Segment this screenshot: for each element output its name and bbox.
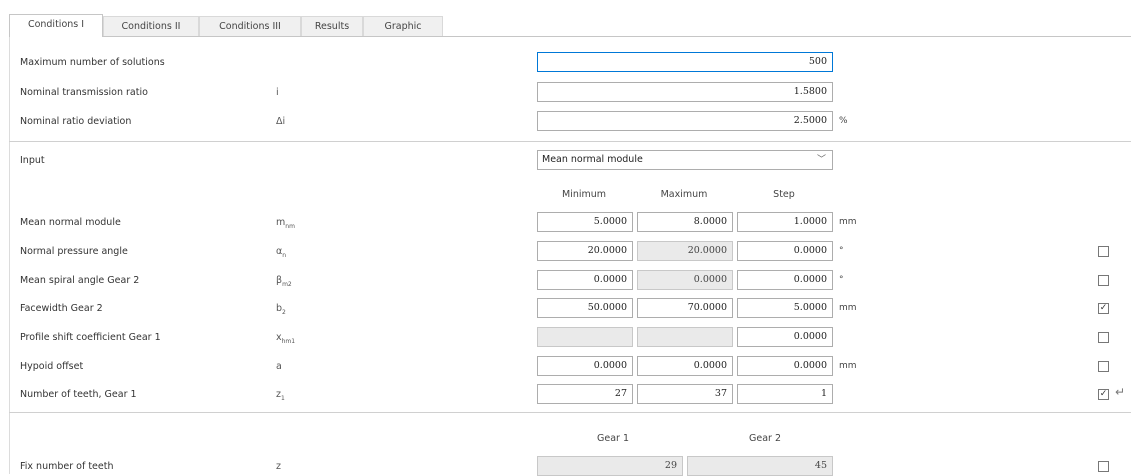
row-4-symbol-sub: 2 (282, 308, 286, 316)
fix-teeth-symbol: z (276, 461, 281, 472)
ratio-deviation-label: Nominal ratio deviation (20, 116, 132, 127)
row-6-label: Hypoid offset (20, 361, 84, 372)
row-2-min-input[interactable]: 20.0000 (537, 241, 633, 261)
row-5-step-input[interactable]: 0.0000 (737, 327, 833, 347)
row-6-symbol-main: a (276, 361, 282, 372)
row-1-symbol-sub: nm (285, 222, 295, 230)
row-4-checkbox[interactable]: ✓ (1098, 303, 1109, 314)
row-4-step-input[interactable]: 5.0000 (737, 298, 833, 318)
enter-icon: ↵ (1115, 385, 1126, 399)
row-2-symbol: αn (276, 246, 286, 259)
row-2-checkbox[interactable] (1098, 246, 1109, 257)
row-5-checkbox[interactable] (1098, 332, 1109, 343)
tab-bar: Conditions I Conditions II Conditions II… (9, 14, 1131, 37)
section-divider-2 (9, 412, 1131, 413)
row-2-symbol-sub: n (282, 251, 287, 259)
minimum-header: Minimum (561, 189, 607, 200)
row-3-step-input[interactable]: 0.0000 (737, 270, 833, 290)
row-1-unit: mm (839, 217, 857, 227)
gear-2-header: Gear 2 (749, 433, 781, 444)
tab-conditions-3[interactable]: Conditions III (199, 16, 301, 36)
row-7-checkbox[interactable]: ✓ (1098, 389, 1109, 400)
row-3-min-input[interactable]: 0.0000 (537, 270, 633, 290)
row-4-symbol: b2 (276, 303, 286, 316)
row-2-unit: ° (839, 246, 844, 256)
row-3-symbol-sub: m2 (282, 280, 292, 288)
row-1-min-input[interactable]: 5.0000 (537, 212, 633, 232)
fix-teeth-checkbox[interactable] (1098, 461, 1109, 472)
row-7-min-input[interactable]: 27 (537, 384, 633, 404)
max-solutions-label: Maximum number of solutions (20, 57, 165, 68)
row-6-max-input[interactable]: 0.0000 (637, 356, 733, 376)
fix-teeth-label: Fix number of teeth (20, 461, 114, 472)
step-header: Step (773, 189, 795, 200)
fix-teeth-gear1-input[interactable]: 29 (537, 456, 683, 476)
tab-graphic[interactable]: Graphic (363, 16, 443, 36)
section-divider-1 (9, 141, 1131, 142)
row-3-symbol: βm2 (276, 275, 292, 288)
input-label: Input (20, 155, 45, 166)
tab-conditions-2[interactable]: Conditions II (103, 16, 199, 36)
row-3-max-input[interactable]: 0.0000 (637, 270, 733, 290)
row-1-symbol: mnm (276, 217, 295, 230)
row-3-checkbox[interactable] (1098, 275, 1109, 286)
input-select[interactable]: Mean normal module ﹀ (537, 150, 833, 170)
row-5-label: Profile shift coefficient Gear 1 (20, 332, 161, 343)
row-5-min-input[interactable] (537, 327, 633, 347)
gear-1-header: Gear 1 (597, 433, 629, 444)
row-1-step-input[interactable]: 1.0000 (737, 212, 833, 232)
row-4-unit: mm (839, 303, 857, 313)
row-4-max-input[interactable]: 70.0000 (637, 298, 733, 318)
row-7-symbol: z1 (276, 389, 285, 402)
row-6-checkbox[interactable] (1098, 361, 1109, 372)
row-4-label: Facewidth Gear 2 (20, 303, 103, 314)
tab-results[interactable]: Results (301, 16, 363, 36)
row-1-label: Mean normal module (20, 217, 121, 228)
row-5-symbol: xhm1 (276, 332, 295, 345)
ratio-deviation-input[interactable]: 2.5000 (537, 111, 833, 131)
maximum-header: Maximum (660, 189, 708, 200)
input-select-value: Mean normal module (542, 154, 643, 165)
row-5-max-input[interactable] (637, 327, 733, 347)
tab-conditions-1[interactable]: Conditions I (9, 14, 103, 37)
panel-border (9, 36, 10, 474)
row-7-max-input[interactable]: 37 (637, 384, 733, 404)
row-6-step-input[interactable]: 0.0000 (737, 356, 833, 376)
max-solutions-input[interactable]: 500 (537, 52, 833, 72)
nominal-ratio-label: Nominal transmission ratio (20, 87, 148, 98)
row-6-min-input[interactable]: 0.0000 (537, 356, 633, 376)
row-2-max-input[interactable]: 20.0000 (637, 241, 733, 261)
row-5-symbol-sub: hm1 (281, 337, 296, 345)
row-2-label: Normal pressure angle (20, 246, 128, 257)
row-6-symbol: a (276, 361, 282, 374)
ratio-deviation-unit: % (839, 116, 848, 126)
nominal-ratio-input[interactable]: 1.5800 (537, 82, 833, 102)
ratio-deviation-symbol: Δi (276, 116, 286, 127)
row-1-symbol-main: m (276, 217, 286, 228)
row-2-step-input[interactable]: 0.0000 (737, 241, 833, 261)
nominal-ratio-symbol: i (276, 87, 279, 98)
row-6-unit: mm (839, 361, 857, 371)
fix-teeth-gear2-input[interactable]: 45 (687, 456, 833, 476)
chevron-down-icon: ﹀ (816, 155, 826, 165)
tab-divider (9, 36, 1131, 37)
row-7-label: Number of teeth, Gear 1 (20, 389, 137, 400)
row-1-max-input[interactable]: 8.0000 (637, 212, 733, 232)
row-7-step-input[interactable]: 1 (737, 384, 833, 404)
row-4-min-input[interactable]: 50.0000 (537, 298, 633, 318)
row-3-label: Mean spiral angle Gear 2 (20, 275, 140, 286)
row-7-symbol-sub: 1 (281, 394, 285, 402)
row-3-unit: ° (839, 275, 844, 285)
